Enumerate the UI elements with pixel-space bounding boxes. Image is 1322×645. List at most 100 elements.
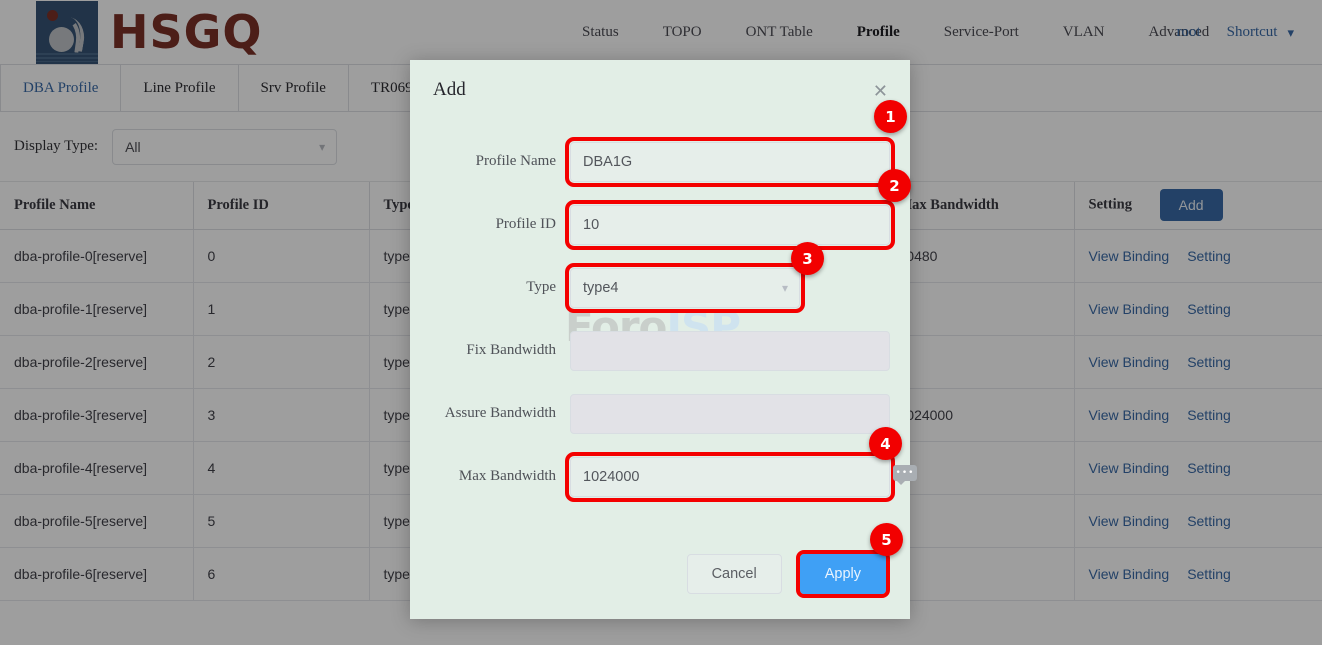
dialog-header: Add ✕ xyxy=(410,60,910,120)
cell-profile-name: dba-profile-0[reserve] xyxy=(0,229,194,283)
close-icon[interactable]: ✕ xyxy=(873,82,888,100)
setting-link[interactable]: Setting xyxy=(1187,248,1231,264)
label-assure-bandwidth: Assure Bandwidth xyxy=(444,405,556,421)
chevron-down-icon: ▾ xyxy=(319,139,326,154)
col-max-bandwidth: Max Bandwidth xyxy=(884,182,1075,230)
label-profile-name: Profile Name xyxy=(475,153,556,169)
col-profile-name: Profile Name xyxy=(0,182,194,230)
tab-srv-profile[interactable]: Srv Profile xyxy=(239,65,349,111)
cell-max-bandwidth: - xyxy=(884,494,1075,548)
annotation-badge-3: 3 xyxy=(791,242,824,275)
nav-item-service-port[interactable]: Service-Port xyxy=(922,0,1041,65)
view-binding-link[interactable]: View Binding xyxy=(1089,301,1170,317)
profile-name-input[interactable]: DBA1G xyxy=(565,136,895,187)
cell-profile-id: 5 xyxy=(193,494,370,548)
cell-profile-id: 1 xyxy=(193,282,370,336)
form-row-assure-bandwidth: Assure Bandwidth xyxy=(410,382,910,445)
view-binding-link[interactable]: View Binding xyxy=(1089,354,1170,370)
col-setting: Setting Add xyxy=(1074,182,1322,230)
nav-item-vlan[interactable]: VLAN xyxy=(1041,0,1127,65)
shortcut-menu[interactable]: Shortcut xyxy=(1217,24,1282,41)
apply-button[interactable]: Apply xyxy=(795,550,891,598)
type-select[interactable]: type4 ▾ xyxy=(565,262,805,313)
brand-name: HSGQ xyxy=(110,5,263,59)
cell-max-bandwidth: - xyxy=(884,547,1075,601)
label-type: Type xyxy=(526,279,556,295)
cell-profile-id: 6 xyxy=(193,547,370,601)
cell-profile-id: 4 xyxy=(193,441,370,495)
annotation-badge-5: 5 xyxy=(870,523,903,556)
add-button[interactable]: Add xyxy=(1159,189,1223,222)
cell-profile-name: dba-profile-4[reserve] xyxy=(0,441,194,495)
form-row-type: Type type4 ▾ xyxy=(410,256,910,319)
nav-right-group: root Shortcut ▾ xyxy=(1160,0,1304,65)
form-row-profile-id: Profile ID 10 xyxy=(410,193,910,256)
dialog-footer: Cancel Apply xyxy=(410,529,910,619)
tooltip-dots: ••• xyxy=(895,467,915,478)
nav-item-topo[interactable]: TOPO xyxy=(641,0,724,65)
cell-max-bandwidth: 1024000 xyxy=(884,388,1075,442)
type-value: type4 xyxy=(583,279,619,296)
setting-link[interactable]: Setting xyxy=(1187,301,1231,317)
cell-profile-name: dba-profile-3[reserve] xyxy=(0,388,194,442)
brand-logo[interactable]: HSGQ xyxy=(36,0,263,64)
annotation-badge-1: 1 xyxy=(874,100,907,133)
setting-link[interactable]: Setting xyxy=(1187,354,1231,370)
cell-max-bandwidth: 20480 xyxy=(884,229,1075,283)
col-setting-label: Setting xyxy=(1088,196,1133,213)
annotation-badge-4: 4 xyxy=(869,427,902,460)
label-fix-bandwidth: Fix Bandwidth xyxy=(466,342,556,358)
cancel-button[interactable]: Cancel xyxy=(686,554,782,594)
app-header: HSGQ Status TOPO ONT Table Profile Servi… xyxy=(0,0,1322,65)
setting-link[interactable]: Setting xyxy=(1187,513,1231,529)
cell-setting: View Binding Setting xyxy=(1074,494,1322,548)
cell-setting: View Binding Setting xyxy=(1074,441,1322,495)
nav-item-profile[interactable]: Profile xyxy=(835,0,922,65)
tab-dba-profile[interactable]: DBA Profile xyxy=(0,65,122,111)
cell-max-bandwidth: - xyxy=(884,282,1075,336)
setting-link[interactable]: Setting xyxy=(1187,407,1231,423)
cell-profile-name: dba-profile-2[reserve] xyxy=(0,335,194,389)
cell-setting: View Binding Setting xyxy=(1074,229,1322,283)
cell-profile-id: 0 xyxy=(193,229,370,283)
cell-setting: View Binding Setting xyxy=(1074,547,1322,601)
assure-bandwidth-input[interactable] xyxy=(570,393,890,434)
cell-profile-name: dba-profile-6[reserve] xyxy=(0,547,194,601)
setting-link[interactable]: Setting xyxy=(1187,566,1231,582)
cell-setting: View Binding Setting xyxy=(1074,335,1322,389)
view-binding-link[interactable]: View Binding xyxy=(1089,513,1170,529)
current-user-link[interactable]: root xyxy=(1160,24,1216,41)
form-row-fix-bandwidth: Fix Bandwidth xyxy=(410,319,910,382)
label-max-bandwidth: Max Bandwidth xyxy=(458,468,556,484)
view-binding-link[interactable]: View Binding xyxy=(1089,460,1170,476)
cell-setting: View Binding Setting xyxy=(1074,388,1322,442)
form-row-profile-name: Profile Name DBA1G xyxy=(410,130,910,193)
profile-name-value: DBA1G xyxy=(583,153,633,170)
cell-profile-name: dba-profile-5[reserve] xyxy=(0,494,194,548)
max-bandwidth-tooltip: ••• xyxy=(893,465,917,485)
profile-id-input[interactable]: 10 xyxy=(565,199,895,250)
view-binding-link[interactable]: View Binding xyxy=(1089,407,1170,423)
main-nav: Status TOPO ONT Table Profile Service-Po… xyxy=(560,0,1231,65)
dialog-title: Add xyxy=(433,79,466,100)
cell-setting: View Binding Setting xyxy=(1074,282,1322,336)
nav-item-ont-table[interactable]: ONT Table xyxy=(724,0,835,65)
view-binding-link[interactable]: View Binding xyxy=(1089,248,1170,264)
display-type-label: Display Type: xyxy=(14,138,99,154)
display-type-select[interactable]: All ▾ xyxy=(112,128,338,165)
cell-max-bandwidth: - xyxy=(884,335,1075,389)
form-row-max-bandwidth: Max Bandwidth 1024000 xyxy=(410,445,910,508)
cell-profile-id: 3 xyxy=(193,388,370,442)
setting-link[interactable]: Setting xyxy=(1187,460,1231,476)
fix-bandwidth-input[interactable] xyxy=(570,330,890,371)
max-bandwidth-input[interactable]: 1024000 xyxy=(565,451,895,502)
col-profile-id: Profile ID xyxy=(193,182,370,230)
view-binding-link[interactable]: View Binding xyxy=(1089,566,1170,582)
nav-item-status[interactable]: Status xyxy=(560,0,641,65)
annotation-badge-2: 2 xyxy=(878,169,911,202)
max-bandwidth-value: 1024000 xyxy=(583,468,640,485)
cell-profile-name: dba-profile-1[reserve] xyxy=(0,282,194,336)
tab-line-profile[interactable]: Line Profile xyxy=(121,65,239,111)
chevron-down-icon[interactable]: ▾ xyxy=(1281,25,1304,41)
add-profile-dialog: Add ✕ ForoISP Profile Name DBA1G Profile… xyxy=(410,60,910,619)
